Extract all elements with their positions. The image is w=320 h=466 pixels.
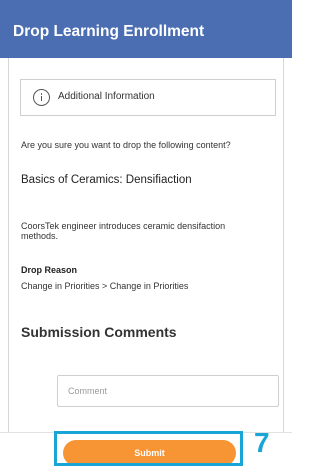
- drop-reason-label: Drop Reason: [21, 265, 78, 275]
- comment-field[interactable]: [57, 375, 279, 407]
- page-title: Drop Learning Enrollment: [13, 23, 205, 40]
- content-description: CoorsTek engineer introduces ceramic den…: [21, 221, 226, 241]
- drop-confirmation-question: Are you sure you want to drop the follow…: [21, 140, 231, 150]
- submit-highlight-box: [54, 431, 243, 466]
- submission-comments-heading: Submission Comments: [21, 324, 177, 340]
- additional-information-label: Additional Information: [58, 91, 155, 102]
- page-header: Drop Learning Enrollment: [0, 0, 292, 58]
- additional-information-box[interactable]: Additional Information: [20, 79, 276, 116]
- content-title: Basics of Ceramics: Densifiaction: [21, 174, 192, 186]
- step-number-label: 7: [254, 427, 270, 458]
- drop-reason-value: Change in Priorities > Change in Priorit…: [21, 281, 189, 291]
- drop-enrollment-page: Drop Learning Enrollment Additional Info…: [0, 0, 292, 466]
- info-icon: [33, 89, 50, 106]
